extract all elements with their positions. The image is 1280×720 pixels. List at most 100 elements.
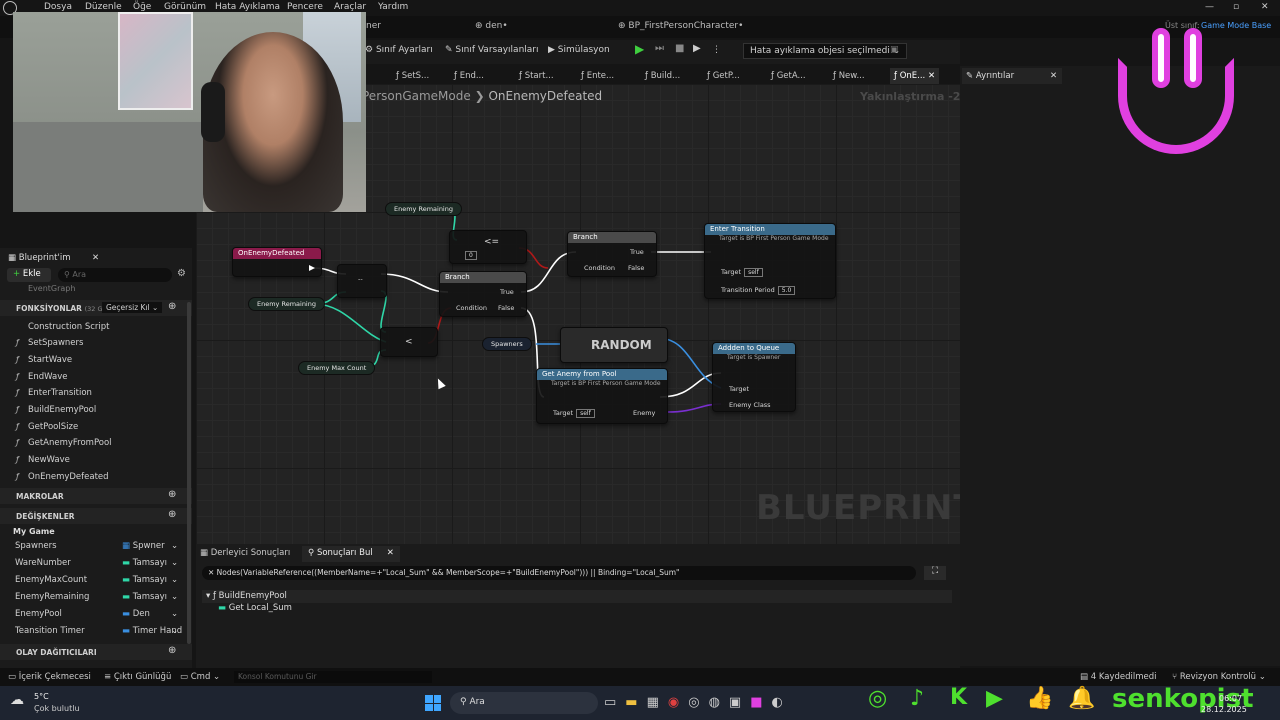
close-window-icon[interactable]: ✕ [1261, 2, 1269, 12]
get-anemy-node[interactable]: Get Anemy from Pool Target is BP First P… [536, 368, 668, 424]
close-details-icon[interactable]: ✕ [1050, 71, 1057, 81]
override-dropdown[interactable]: Geçersiz Kıl ⌄ [102, 302, 163, 313]
self-box[interactable]: self [576, 409, 595, 418]
output-log-button[interactable]: ≡ Çıktı Günlüğü [104, 672, 171, 682]
graph-tab-buildenemypool[interactable]: ƒ Build... [641, 68, 684, 84]
enter-transition-node[interactable]: Enter Transition Target is BP First Pers… [704, 223, 836, 299]
add-variable-icon[interactable]: ⊕ [168, 509, 176, 520]
maximize-icon[interactable]: ▫ [1233, 2, 1239, 12]
graph-tab-newwave[interactable]: ƒ New... [829, 68, 869, 84]
graph-tab-entertransition[interactable]: ƒ Ente... [577, 68, 618, 84]
period-value[interactable]: 5.0 [777, 286, 796, 295]
taskbar-search[interactable]: ⚲ Ara [450, 692, 598, 714]
debug-object-dropdown[interactable]: Hata ayıklama objesi seçilmedi ⌄ [743, 43, 908, 59]
result-function-row[interactable]: ▾ ƒ BuildEnemyPool [202, 590, 952, 603]
step-icon[interactable]: ⏭ [655, 43, 664, 54]
function-startwave[interactable]: StartWave [28, 355, 72, 365]
function-construction-script[interactable]: Construction Script [28, 322, 109, 332]
search-field[interactable]: ⚲ Ara [58, 268, 172, 282]
function-getpoolsize[interactable]: GetPoolSize [28, 422, 78, 432]
chevron-down-icon[interactable]: ⌄ [171, 626, 178, 636]
close-tab-icon[interactable]: ✕ [928, 71, 935, 81]
task-view-icon[interactable]: ▭ [604, 695, 625, 710]
variable-row[interactable]: WareNumber ▬ Tamsayı ⌄ [15, 558, 185, 572]
play-button[interactable]: ▶ [635, 42, 644, 56]
graph-tab-getanemy[interactable]: ƒ GetA... [767, 68, 810, 84]
menu-debug[interactable]: Hata Ayıklama [215, 2, 280, 12]
clear-search-icon[interactable]: ✕ [208, 568, 217, 577]
functions-section[interactable]: FONKSİYONLAR (32 GEÇ Geçersiz Kıl ⌄ ⊕ [0, 300, 192, 316]
doc-tab-gamemode[interactable]: ner [366, 21, 381, 31]
variable-row[interactable]: EnemyPool ▬ Den ⌄ [15, 609, 185, 623]
function-buildenemypool[interactable]: BuildEnemyPool [28, 405, 96, 415]
menu-view[interactable]: Görünüm [164, 2, 206, 12]
class-settings-button[interactable]: ⚙ Sınıf Ayarları [365, 45, 433, 55]
get-enemy-remaining-1[interactable]: Enemy Remaining [385, 202, 462, 216]
app-icon[interactable]: ◎ [688, 695, 708, 710]
graph-tab-onenemydefeated[interactable]: ƒ OnE... ✕ [890, 68, 940, 84]
menu-asset[interactable]: Öğe [133, 2, 151, 12]
browse-debug-icon[interactable]: ▣ [890, 45, 899, 55]
eject-icon[interactable]: ▶ [693, 43, 701, 54]
event-node[interactable]: OnEnemyDefeated [232, 247, 322, 277]
variable-row[interactable]: Spawners ▦ Spwner ⌄ [15, 541, 185, 555]
unsaved-button[interactable]: ▤ 4 Kaydedilmedi [1080, 672, 1157, 682]
add-macro-icon[interactable]: ⊕ [168, 489, 176, 500]
category-my-game[interactable]: My Game [13, 527, 55, 536]
revision-control-button[interactable]: ⑂ Revizyon Kontrolü ⌄ [1172, 672, 1266, 682]
self-box[interactable]: self [744, 268, 763, 277]
store-icon[interactable]: ▦ [647, 695, 668, 710]
add-button[interactable]: + Ekle [7, 268, 51, 282]
chevron-down-icon[interactable]: ⌄ [171, 541, 178, 551]
tab-find-results[interactable]: ⚲ Sonuçları Bul ✕ [302, 546, 400, 562]
menu-tools[interactable]: Araçlar [334, 2, 366, 12]
event-graph-item[interactable]: EventGraph [28, 284, 75, 293]
macros-section[interactable]: MAKROLAR ⊕ [0, 488, 192, 504]
variable-row[interactable]: EnemyMaxCount ▬ Tamsayı ⌄ [15, 575, 185, 589]
menu-edit[interactable]: Düzenle [85, 2, 122, 12]
graph-tab-endwave[interactable]: ƒ End... [450, 68, 488, 84]
find-query-input[interactable]: ✕ Nodes(VariableReference((MemberName=+"… [202, 566, 916, 580]
content-drawer-button[interactable]: ▭ İçerik Çekmecesi [8, 672, 91, 682]
variable-type[interactable]: ▬ Tamsayı [122, 558, 167, 568]
more-options-icon[interactable]: ⋮ [712, 45, 721, 55]
add-dispatcher-icon[interactable]: ⊕ [168, 645, 176, 656]
variable-type[interactable]: ▦ Spwner [122, 541, 165, 551]
variable-type[interactable]: ▬ Tamsayı [122, 592, 167, 602]
result-item-row[interactable]: ▬ Get Local_Sum [218, 603, 292, 613]
stop-icon[interactable]: ■ [675, 43, 684, 54]
class-defaults-button[interactable]: ✎ Sınıf Varsayılanları [445, 45, 539, 55]
unreal-icon[interactable]: ◐ [772, 695, 792, 710]
variables-section[interactable]: DEĞİŞKENLER ⊕ [0, 508, 192, 524]
chevron-down-icon[interactable]: ⌄ [171, 609, 178, 619]
function-endwave[interactable]: EndWave [28, 372, 67, 382]
get-enemy-remaining-2[interactable]: Enemy Remaining [248, 297, 325, 311]
le-const-zero[interactable]: 0 [465, 251, 477, 260]
minimize-icon[interactable]: — [1205, 2, 1214, 12]
console-input[interactable]: Konsol Komutunu Gir [234, 671, 432, 683]
decrement-node[interactable]: -- [337, 264, 387, 298]
variable-row[interactable]: EnemyRemaining ▬ Tamsayı ⌄ [15, 592, 185, 606]
less-than-node[interactable]: < [380, 327, 438, 357]
function-onenemydefeated[interactable]: OnEnemyDefeated [28, 472, 109, 482]
branch-node-2[interactable]: Branch Condition True False [567, 231, 657, 277]
graph-tab-getpoolsize[interactable]: ƒ GetP... [703, 68, 744, 84]
close-tab-icon[interactable]: ✕ [387, 548, 394, 558]
menu-help[interactable]: Yardım [378, 2, 408, 12]
close-panel-icon[interactable]: ✕ [92, 253, 99, 263]
variable-row[interactable]: Teansition Timer ▬ Timer Hand ⌄ [15, 626, 185, 640]
chevron-down-icon[interactable]: ⌄ [171, 575, 178, 585]
chevron-down-icon[interactable]: ⌄ [171, 592, 178, 602]
epic-icon[interactable]: ▣ [729, 695, 750, 710]
function-entertransition[interactable]: EnterTransition [28, 388, 92, 398]
chevron-down-icon[interactable]: ⌄ [171, 558, 178, 568]
less-equal-node[interactable]: <= 0 [449, 230, 527, 264]
cmd-dropdown[interactable]: ▭ Cmd ⌄ [180, 672, 220, 682]
function-setspawners[interactable]: SetSpawners [28, 338, 83, 348]
branch-node-1[interactable]: Branch Condition True False [439, 271, 527, 317]
dispatchers-section[interactable]: OLAY DAĞITICILARI ⊕ [0, 644, 192, 660]
add-queue-node[interactable]: Addden to Queue Target is Spawner Target… [712, 342, 796, 412]
steam-icon[interactable]: ◍ [709, 695, 729, 710]
doc-tab-character[interactable]: ⊕ BP_FirstPersonCharacter• [618, 21, 743, 31]
get-enemy-max-count[interactable]: Enemy Max Count [298, 361, 376, 375]
